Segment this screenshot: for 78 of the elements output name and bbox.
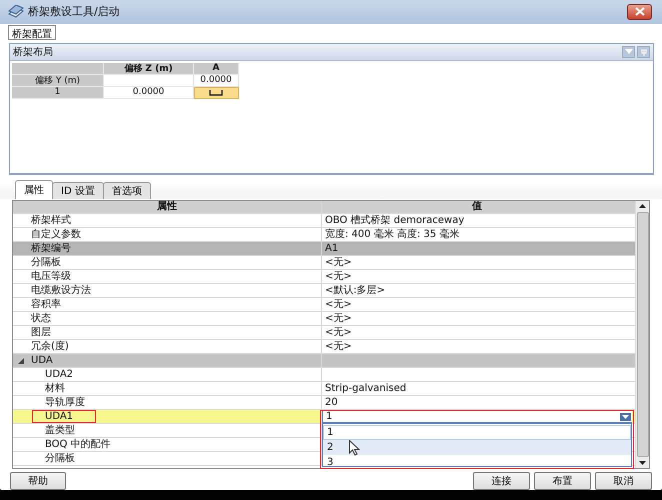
property-row[interactable]: 桥架编号 A1 — [13, 242, 635, 256]
column-header: A — [194, 62, 239, 75]
property-name: 电压等级 — [31, 272, 71, 282]
expander-icon[interactable] — [18, 358, 24, 364]
close-button[interactable] — [627, 4, 652, 20]
grid-cell: 0.0000 — [194, 74, 239, 87]
property-value: Strip-galvanised — [325, 384, 406, 394]
dialog-button[interactable]: 取消 — [595, 472, 652, 490]
close-icon — [634, 7, 644, 16]
value-dropdown[interactable]: 1 — [322, 410, 632, 424]
panel-title: 桥架布局 — [13, 46, 54, 59]
column-header: 偏移 Z (m) — [104, 62, 194, 75]
property-value: <默认:多层> — [325, 286, 386, 296]
property-value: A1 — [325, 244, 338, 254]
property-name: BOQ 中的配件 — [45, 440, 111, 450]
property-row[interactable]: 分隔板 <无> — [13, 256, 635, 270]
property-row[interactable]: 电压等级 <无> — [13, 270, 635, 284]
column-header: 属性 — [13, 201, 322, 214]
property-name: 状态 — [31, 314, 51, 324]
row-header: 1 — [12, 86, 104, 99]
row-header: 偏移 Y (m) — [12, 74, 104, 87]
property-value: <无> — [325, 342, 352, 352]
scroll-down-icon[interactable] — [639, 460, 646, 465]
property-name: 自定义参数 — [31, 230, 81, 240]
property-value: 20 — [325, 398, 338, 408]
dialog-button[interactable]: 连接 — [473, 472, 530, 490]
grid-cell[interactable] — [194, 86, 239, 99]
property-row[interactable]: 桥架样式 OBO 槽式桥架 demoraceway — [13, 214, 635, 228]
scroll-thumb[interactable] — [636, 212, 648, 457]
property-value: OBO 槽式桥架 demoraceway — [325, 216, 464, 226]
grid-cell: 0.0000 — [104, 86, 194, 99]
property-row[interactable]: UDA1 1 — [13, 410, 635, 424]
property-value: <无> — [325, 258, 352, 268]
help-button[interactable]: 帮助 — [10, 472, 66, 490]
property-name: 分隔板 — [45, 454, 75, 464]
property-name: 盖类型 — [45, 426, 75, 436]
annotation-box — [32, 410, 96, 424]
property-row[interactable]: 电缆敷设方法 <默认:多层> — [13, 284, 635, 298]
dropdown-option[interactable]: 2 — [323, 440, 631, 456]
window-title: 桥架敷设工具/启动 — [28, 4, 121, 20]
pin-icon — [640, 48, 648, 56]
property-value: <无> — [325, 300, 352, 310]
mouse-cursor-icon — [349, 440, 360, 456]
property-name: 容积率 — [31, 300, 61, 310]
property-row[interactable]: 状态 <无> — [13, 312, 635, 326]
property-value: 宽度: 400 毫米 高度: 35 毫米 — [325, 230, 460, 240]
property-name: 桥架样式 — [31, 216, 71, 226]
tab[interactable]: ID 设置 — [52, 182, 104, 200]
property-row[interactable]: 图层 <无> — [13, 326, 635, 340]
property-name: UDA1 — [45, 412, 74, 422]
property-value: <无> — [325, 328, 352, 338]
property-value: <无> — [325, 272, 352, 282]
tab[interactable]: 属性 — [15, 180, 53, 200]
dropdown-option[interactable]: 3 — [323, 455, 631, 470]
property-name: 材料 — [45, 384, 65, 394]
toolbar-button[interactable]: 桥架配置 — [8, 24, 56, 40]
property-name: 冗余(度) — [31, 342, 69, 352]
property-row[interactable]: UDA2 — [13, 368, 635, 382]
dialog-button[interactable]: 布置 — [534, 472, 591, 490]
app-icon — [8, 4, 24, 19]
property-row[interactable]: 容积率 <无> — [13, 298, 635, 312]
property-value: <无> — [325, 314, 352, 324]
property-name: 电缆敷设方法 — [31, 286, 91, 296]
group-name: UDA — [31, 356, 53, 366]
dropdown-option[interactable]: 1 — [323, 425, 631, 440]
scroll-up-icon[interactable] — [639, 204, 646, 208]
property-name: UDA2 — [45, 370, 74, 380]
property-name: 桥架编号 — [31, 244, 71, 254]
caret-icon — [624, 48, 632, 55]
column-header: 值 — [470, 201, 483, 214]
scrollbar[interactable] — [635, 201, 649, 468]
property-name: 分隔板 — [31, 258, 61, 268]
dropdown-arrow-icon[interactable] — [620, 412, 631, 421]
raceway-icon — [208, 90, 222, 96]
property-name: 图层 — [31, 328, 51, 338]
tab[interactable]: 首选项 — [102, 182, 151, 200]
property-name: 导轨厚度 — [45, 398, 85, 408]
property-row[interactable]: 材料 Strip-galvanised — [13, 382, 635, 396]
